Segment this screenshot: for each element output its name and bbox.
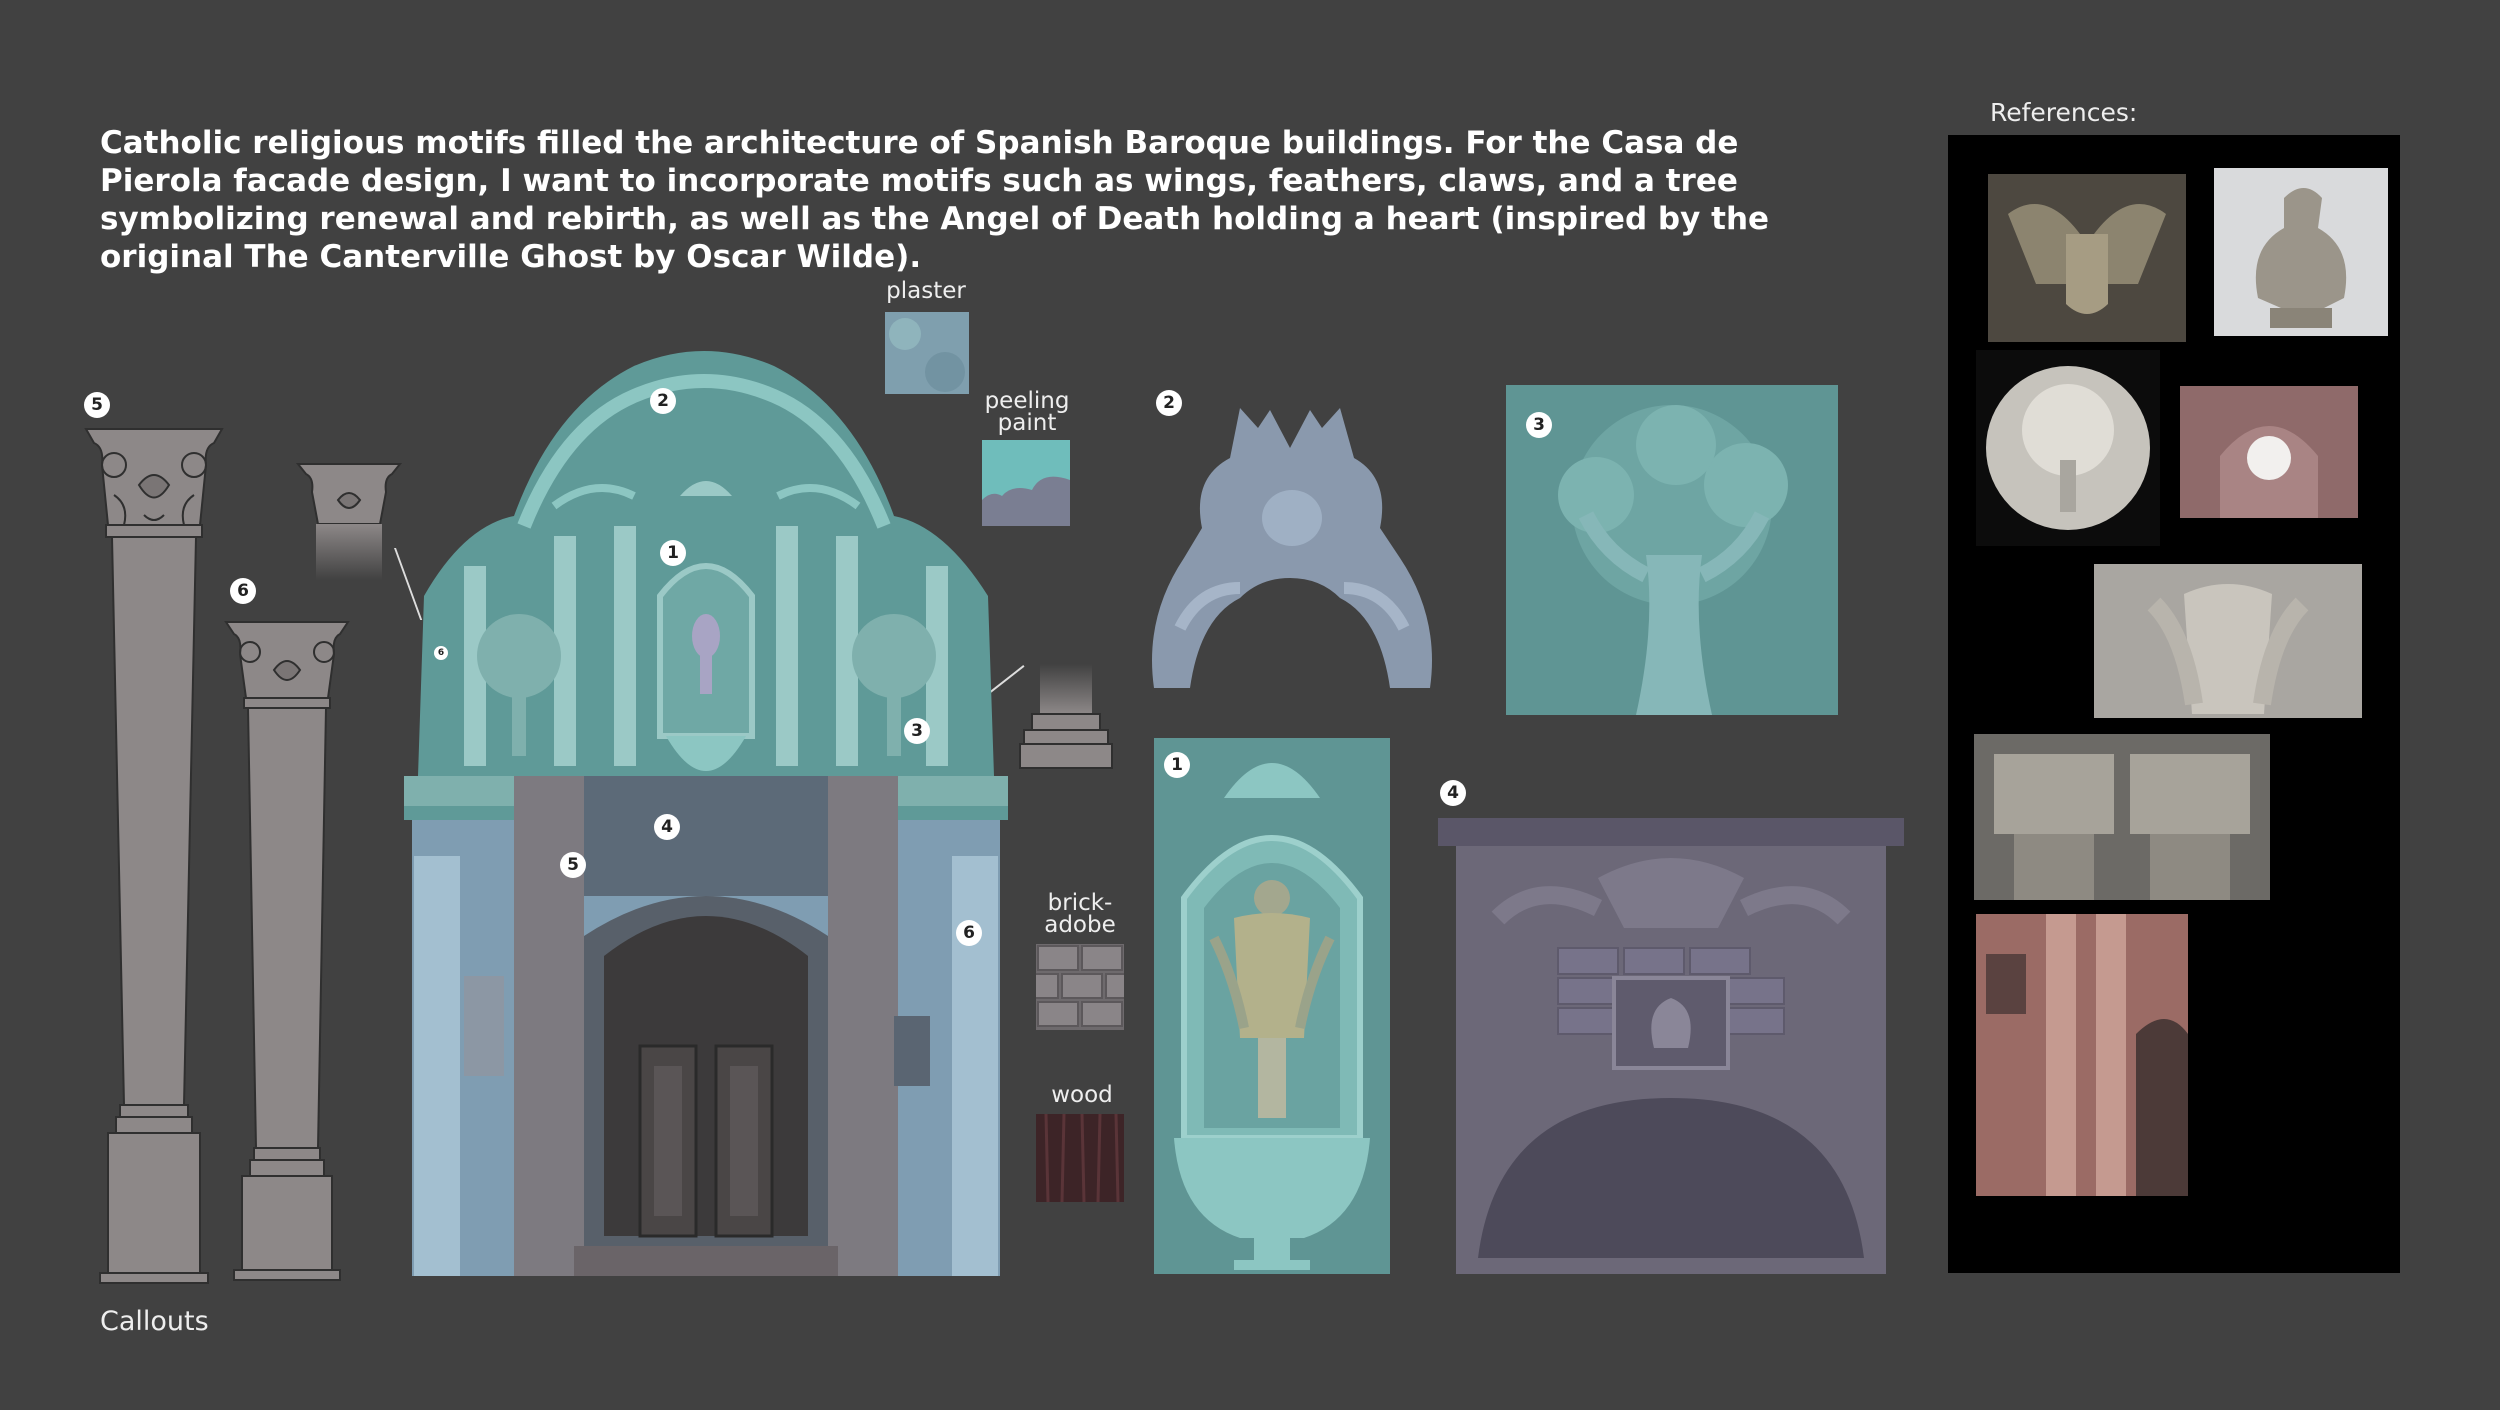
reference-image-angel-relief <box>2094 564 2362 718</box>
callout-badge-5: 5 <box>84 392 110 418</box>
swatch-wood <box>1036 1114 1124 1202</box>
swatch-peeling-paint <box>982 440 1070 526</box>
material-label-brick-adobe: brick-adobe <box>1044 890 1116 938</box>
intro-paragraph: Catholic religious motifs filled the arc… <box>100 125 1770 275</box>
facade-callout-4: 4 <box>654 814 680 840</box>
facade-callout-3: 3 <box>904 718 930 744</box>
material-label-peeling-paint: peeling paint <box>984 388 1070 436</box>
detail-niche-panel <box>1154 738 1390 1274</box>
detail-winged-crest <box>1140 388 1446 696</box>
callout-badge-6: 6 <box>230 578 256 604</box>
reference-image-baroque-facade <box>1976 914 2188 1196</box>
facade-callout-1: 1 <box>660 540 686 566</box>
reference-image-eagle-crest <box>1988 174 2186 342</box>
detail-callout-1: 1 <box>1164 752 1190 778</box>
detail-callout-4: 4 <box>1440 780 1466 806</box>
reference-image-tree-coin <box>1976 350 2160 546</box>
swatch-brick-adobe <box>1036 944 1124 1030</box>
callouts-label: Callouts <box>100 1306 209 1337</box>
detail-relief-panel <box>1438 818 1904 1274</box>
facade-callout-6: 6 <box>956 920 982 946</box>
facade-callout-6-small: 6 <box>434 646 448 660</box>
facade-callout-5: 5 <box>560 852 586 878</box>
reference-image-eagle-statue <box>2214 168 2388 336</box>
capital-detail <box>294 460 404 580</box>
references-label: References: <box>1990 98 2138 127</box>
facade-illustration <box>404 336 1008 1276</box>
material-label-wood: wood <box>1051 1082 1113 1108</box>
swatch-plaster <box>885 312 969 394</box>
detail-callout-3: 3 <box>1526 412 1552 438</box>
column-5-callout <box>84 425 224 1285</box>
detail-tree-panel <box>1506 385 1838 715</box>
column-6-callout <box>224 618 350 1282</box>
material-label-plaster: plaster <box>886 278 966 304</box>
reference-image-corinthian-capitals <box>1974 734 2270 900</box>
facade-callout-2: 2 <box>650 388 676 414</box>
reference-image-stone-arch <box>2180 386 2358 518</box>
